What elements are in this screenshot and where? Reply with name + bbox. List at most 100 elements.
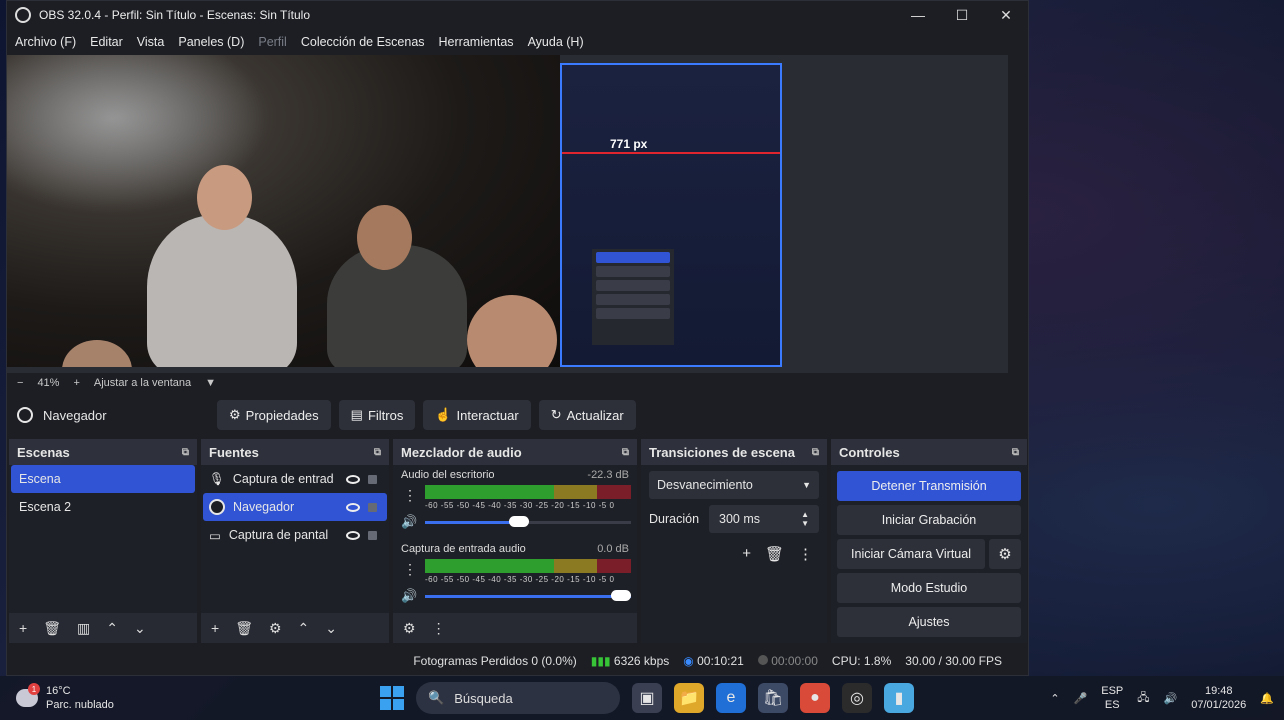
stop-stream-button[interactable]: Detener Transmisión — [837, 471, 1021, 501]
zoom-out-button[interactable]: − — [17, 377, 23, 389]
menu-bar: Archivo (F) Editar Vista Paneles (D) Per… — [7, 29, 1028, 55]
microphone-icon[interactable]: 🎤 — [1074, 692, 1088, 705]
temperature: 16°C — [46, 685, 71, 697]
close-button[interactable]: ✕ — [984, 1, 1028, 29]
nested-button — [596, 294, 670, 305]
language-indicator[interactable]: ESP ES — [1101, 684, 1123, 712]
settings-button[interactable]: Ajustes — [837, 607, 1021, 637]
taskbar-search[interactable]: 🔍 Búsqueda — [416, 682, 620, 714]
interact-button[interactable]: ☝ Interactuar — [423, 400, 531, 430]
visibility-eye-icon[interactable] — [346, 530, 360, 540]
notifications-bell-icon[interactable]: 🔔 — [1260, 692, 1274, 705]
menu-coleccion-escenas[interactable]: Colección de Escenas — [301, 35, 425, 49]
visibility-eye-icon[interactable] — [346, 474, 360, 484]
lock-icon[interactable] — [368, 530, 377, 540]
minimize-button[interactable]: — — [896, 1, 940, 29]
more-options-icon[interactable]: ⋮ — [403, 487, 417, 504]
windows-start-icon[interactable] — [380, 686, 404, 710]
menu-perfil[interactable]: Perfil — [258, 35, 286, 49]
volume-knob[interactable] — [508, 516, 529, 527]
spinner-icon[interactable]: ▲ ▼ — [801, 510, 809, 528]
duration-input[interactable]: 300 ms ▲ ▼ — [709, 505, 819, 533]
studio-mode-button[interactable]: Modo Estudio — [837, 573, 1021, 603]
scene-filter-icon[interactable]: ▥ — [77, 620, 90, 637]
app-icon[interactable]: ▮ — [884, 683, 914, 713]
menu-archivo[interactable]: Archivo (F) — [15, 35, 76, 49]
virtual-cam-settings-gear-icon[interactable]: ⚙ — [989, 539, 1021, 569]
file-explorer-icon[interactable]: 📁 — [674, 683, 704, 713]
record-icon — [757, 655, 768, 665]
store-icon[interactable]: 🛍 — [758, 683, 788, 713]
trash-icon[interactable]: 🗑 — [235, 620, 253, 637]
filters-label: Filtros — [367, 407, 404, 423]
properties-button[interactable]: ⚙ Propiedades — [217, 400, 331, 430]
source-item[interactable]: 🎙 Captura de entrad — [203, 465, 387, 493]
lock-icon[interactable] — [368, 474, 377, 484]
move-down-icon[interactable]: ⌄ — [325, 620, 337, 637]
chevron-up-icon[interactable]: ⌃ — [1050, 692, 1059, 705]
task-view-icon[interactable]: ▣ — [632, 683, 662, 713]
status-bar: Fotogramas Perdidos 0 (0.0%) ▮▮▮ 6326 kb… — [7, 647, 1028, 675]
visibility-eye-icon[interactable] — [346, 502, 360, 512]
volume-fill — [425, 595, 631, 598]
start-recording-button[interactable]: Iniciar Grabación — [837, 505, 1021, 535]
menu-herramientas[interactable]: Herramientas — [439, 35, 514, 49]
filters-button[interactable]: ▤ Filtros — [338, 400, 416, 430]
undock-icon[interactable]: ⧉ — [622, 447, 629, 458]
microphone-icon: 🎙 — [209, 471, 225, 486]
screen-capture-source[interactable]: 771 px — [560, 63, 782, 367]
trash-icon[interactable]: 🗑 — [43, 620, 61, 637]
volume-slider[interactable] — [425, 590, 631, 601]
speaker-icon[interactable]: 🔊 — [401, 588, 417, 604]
clock[interactable]: 19:48 07/01/2026 — [1191, 684, 1246, 712]
chrome-icon[interactable]: ● — [800, 683, 830, 713]
add-icon[interactable]: + — [211, 620, 219, 636]
move-down-icon[interactable]: ⌄ — [134, 620, 146, 637]
move-up-icon[interactable]: ⌃ — [106, 620, 118, 637]
transitions-title: Transiciones de escena — [649, 444, 795, 460]
menu-ayuda[interactable]: Ayuda (H) — [528, 35, 584, 49]
program-preview[interactable]: 771 px — [7, 55, 1008, 373]
obs-taskbar-icon[interactable]: ◎ — [842, 683, 872, 713]
speaker-icon[interactable]: 🔊 — [401, 514, 417, 530]
network-icon[interactable]: 🖧 — [1137, 689, 1149, 708]
more-options-icon[interactable]: ⋮ — [432, 620, 446, 637]
undock-icon[interactable]: ⧉ — [812, 447, 819, 458]
undock-icon[interactable]: ⧉ — [1012, 447, 1019, 458]
keyboard-layout: ES — [1104, 699, 1120, 711]
menu-vista[interactable]: Vista — [137, 35, 165, 49]
monitor-icon: ▭ — [209, 528, 221, 543]
person-head — [197, 165, 252, 230]
refresh-button[interactable]: ↻ Actualizar — [538, 400, 636, 430]
advanced-audio-icon[interactable]: ⚙ — [403, 620, 416, 637]
undock-icon[interactable]: ⧉ — [374, 447, 381, 458]
maximize-button[interactable]: ☐ — [940, 1, 984, 29]
undock-icon[interactable]: ⧉ — [182, 447, 189, 458]
volume-slider[interactable] — [425, 516, 631, 527]
start-virtual-cam-button[interactable]: Iniciar Cámara Virtual — [837, 539, 985, 569]
scene-item[interactable]: Escena 2 — [11, 493, 195, 521]
menu-paneles[interactable]: Paneles (D) — [178, 35, 244, 49]
transition-select[interactable]: Desvanecimiento ▼ — [649, 471, 819, 499]
weather-widget[interactable]: 1 16°C Parc. nublado — [0, 683, 200, 712]
add-icon[interactable]: + — [19, 620, 27, 636]
gear-icon[interactable]: ⚙ — [269, 620, 282, 637]
trash-icon[interactable]: 🗑 — [765, 545, 784, 563]
more-options-icon[interactable]: ⋮ — [403, 561, 417, 578]
menu-editar[interactable]: Editar — [90, 35, 123, 49]
add-icon[interactable]: + — [742, 545, 751, 563]
lock-icon[interactable] — [368, 502, 377, 512]
properties-label: Propiedades — [245, 407, 319, 423]
zoom-mode-dropdown[interactable]: ▼ — [205, 377, 216, 389]
scene-item[interactable]: Escena — [11, 465, 195, 493]
zoom-in-button[interactable]: + — [73, 377, 79, 389]
channel-db: -22.3 dB — [587, 469, 629, 481]
transitions-body: Desvanecimiento ▼ Duración 300 ms ▲ ▼ + 🗑 ⋮ — [641, 465, 827, 643]
volume-icon[interactable]: 🔊 — [1164, 692, 1178, 705]
move-up-icon[interactable]: ⌃ — [298, 620, 310, 637]
edge-browser-icon[interactable]: e — [716, 683, 746, 713]
source-item[interactable]: ▭ Captura de pantal — [203, 521, 387, 549]
more-options-icon[interactable]: ⋮ — [798, 545, 813, 563]
volume-knob[interactable] — [611, 590, 631, 601]
source-item[interactable]: Navegador — [203, 493, 387, 521]
